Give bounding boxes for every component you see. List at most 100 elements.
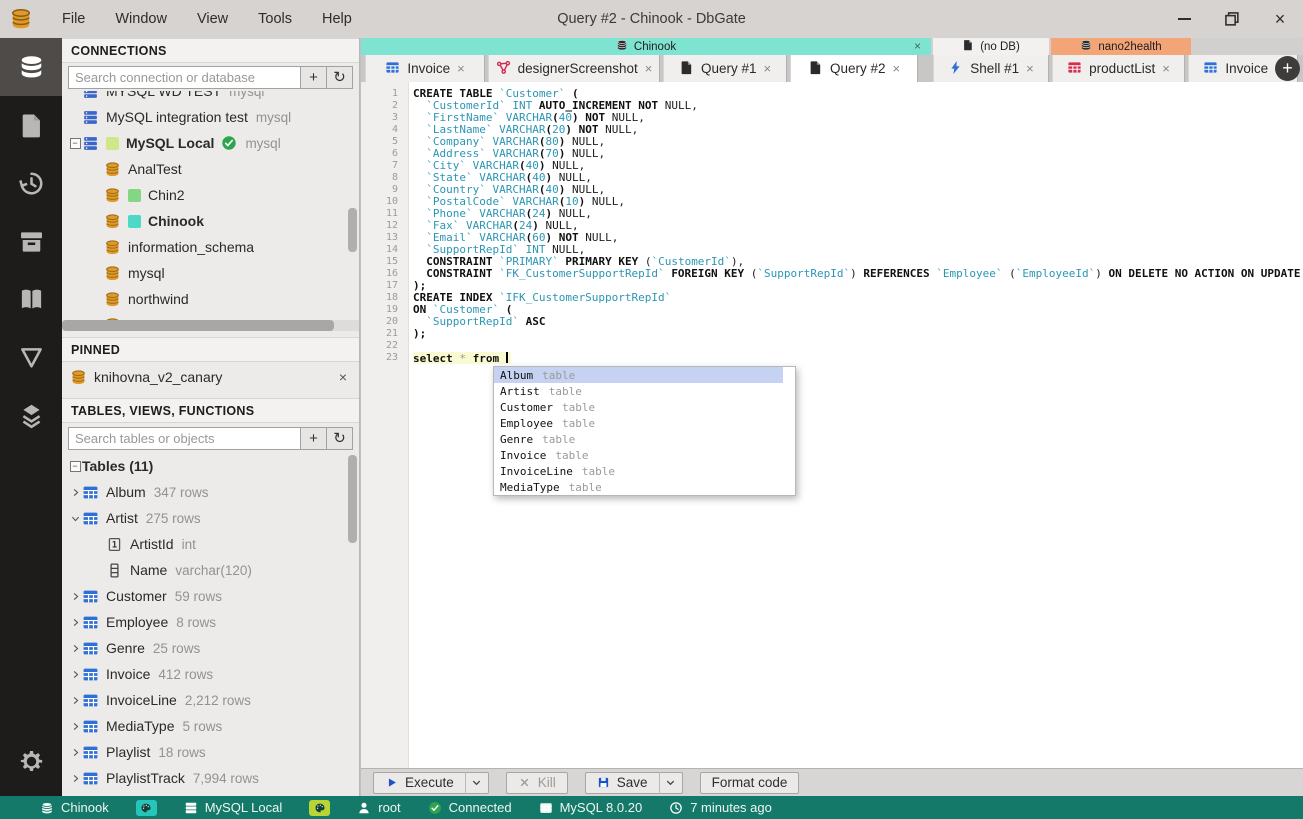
column-item[interactable]: 1 ArtistId int: [62, 531, 359, 557]
status-7-minutes-ago[interactable]: 7 minutes ago: [669, 800, 772, 815]
rail-item-history-icon[interactable]: [0, 154, 62, 212]
expander-icon[interactable]: [68, 513, 82, 524]
menu-view[interactable]: View: [182, 0, 243, 38]
expander-icon[interactable]: [68, 669, 82, 680]
rail-item-favorites-book-icon[interactable]: [0, 270, 62, 328]
kill-button[interactable]: Kill: [505, 771, 568, 794]
menu-help[interactable]: Help: [307, 0, 367, 38]
table-item[interactable]: Playlist 18 rows: [62, 739, 359, 765]
expander-icon[interactable]: [68, 643, 82, 654]
table-item[interactable]: Invoice 412 rows: [62, 661, 359, 687]
expander-icon[interactable]: [68, 747, 82, 758]
rail-item-archive-icon[interactable]: [0, 212, 62, 270]
refresh-connections-button[interactable]: ↻: [327, 65, 353, 89]
autocomplete-item[interactable]: MediaType table: [494, 479, 783, 495]
table-item[interactable]: Customer 59 rows: [62, 583, 359, 609]
autocomplete-item[interactable]: Invoice table: [494, 447, 783, 463]
close-tab-icon[interactable]: ×: [1162, 61, 1170, 76]
pinned-item[interactable]: knihovna_v2_canary ×: [62, 363, 359, 391]
minimize-button[interactable]: [1175, 10, 1193, 28]
close-tab-icon[interactable]: ×: [763, 61, 771, 76]
rail-item-files-icon[interactable]: [0, 96, 62, 154]
connections-search-input[interactable]: [68, 65, 301, 89]
autocomplete-item[interactable]: InvoiceLine table: [494, 463, 783, 479]
save-button[interactable]: Save: [584, 771, 659, 794]
expander-icon[interactable]: −: [68, 137, 82, 149]
autocomplete-item[interactable]: Album table: [494, 367, 783, 383]
close-button[interactable]: ×: [1271, 9, 1289, 29]
status-root[interactable]: root: [357, 800, 401, 815]
table-item[interactable]: Album 347 rows: [62, 479, 359, 505]
tab-query-2[interactable]: Query #2 ×: [790, 55, 918, 82]
expander-icon[interactable]: [68, 617, 82, 628]
status-mysql-local[interactable]: MySQL Local: [184, 800, 282, 815]
connection-item[interactable]: Chinook: [62, 208, 359, 234]
unpin-close-icon[interactable]: ×: [339, 369, 347, 385]
tables-group[interactable]: − Tables (11): [62, 453, 359, 479]
expander-icon[interactable]: [68, 591, 82, 602]
tab-invoice[interactable]: Invoice ×: [365, 55, 485, 82]
table-item[interactable]: MediaType 5 rows: [62, 713, 359, 739]
expander-icon[interactable]: [68, 721, 82, 732]
autocomplete-item[interactable]: Employee table: [494, 415, 783, 431]
autocomplete-item[interactable]: Artist table: [494, 383, 783, 399]
expander-icon[interactable]: [68, 695, 82, 706]
connection-item[interactable]: performance_schema: [62, 312, 359, 320]
tab-designerscreenshot[interactable]: designerScreenshot ×: [488, 55, 660, 82]
connection-item[interactable]: − MySQL Local mysql: [62, 130, 359, 156]
restore-button[interactable]: [1223, 10, 1241, 28]
status-mysql-8-0-20[interactable]: MySQL 8.0.20: [539, 800, 642, 815]
tab-group--no-db-[interactable]: (no DB): [933, 38, 1049, 55]
tab-shell-1[interactable]: Shell #1 ×: [933, 55, 1049, 82]
connection-item[interactable]: Chin2: [62, 182, 359, 208]
table-item[interactable]: Genre 25 rows: [62, 635, 359, 661]
connections-vertical-scrollbar[interactable]: [348, 208, 357, 252]
execute-dropdown-button[interactable]: [464, 771, 489, 794]
tab-query-1[interactable]: Query #1 ×: [663, 55, 787, 82]
autocomplete-item[interactable]: Genre table: [494, 431, 783, 447]
objects-vertical-scrollbar[interactable]: [348, 455, 357, 543]
expander-icon[interactable]: [68, 773, 82, 784]
expander-icon[interactable]: −: [68, 460, 82, 472]
table-item[interactable]: Artist 275 rows: [62, 505, 359, 531]
connection-item[interactable]: information_schema: [62, 234, 359, 260]
execute-button[interactable]: Execute: [373, 771, 465, 794]
connection-item[interactable]: northwind: [62, 286, 359, 312]
rail-item-funnel-icon[interactable]: [0, 328, 62, 386]
tab-group-nano2health[interactable]: nano2health: [1051, 38, 1191, 55]
refresh-objects-button[interactable]: ↻: [327, 426, 353, 450]
menu-file[interactable]: File: [47, 0, 100, 38]
status-connected[interactable]: Connected: [428, 800, 512, 815]
close-tab-icon[interactable]: ×: [1026, 61, 1034, 76]
table-item[interactable]: PlaylistTrack 7,994 rows: [62, 765, 359, 791]
expander-icon[interactable]: [68, 487, 82, 498]
rail-item-plugins-layers-icon[interactable]: [0, 386, 62, 444]
menu-tools[interactable]: Tools: [243, 0, 307, 38]
close-tab-icon[interactable]: ×: [457, 61, 465, 76]
status-chinook[interactable]: Chinook: [40, 800, 109, 815]
objects-search-input[interactable]: [68, 426, 301, 450]
connections-horizontal-scrollbar[interactable]: [62, 320, 359, 331]
add-object-button[interactable]: +: [301, 426, 327, 450]
tab-productlist[interactable]: productList ×: [1052, 55, 1185, 82]
status-color-chip[interactable]: [309, 799, 331, 816]
add-connection-button[interactable]: +: [301, 65, 327, 89]
connection-item[interactable]: mysql: [62, 260, 359, 286]
rail-item-connections-database-icon[interactable]: [0, 38, 62, 96]
autocomplete-item[interactable]: Customer table: [494, 399, 783, 415]
status-color-chip[interactable]: [135, 799, 157, 816]
close-tab-icon[interactable]: ×: [892, 61, 900, 76]
column-item[interactable]: Name varchar(120): [62, 557, 359, 583]
format-code-button[interactable]: Format code: [699, 771, 800, 794]
rail-item-settings-gear-icon[interactable]: [0, 732, 62, 790]
close-group-icon[interactable]: ×: [914, 39, 921, 53]
connection-item[interactable]: MYSQL WD TEST mysql: [62, 91, 359, 104]
menu-window[interactable]: Window: [100, 0, 182, 38]
table-item[interactable]: InvoiceLine 2,212 rows: [62, 687, 359, 713]
table-item[interactable]: Employee 8 rows: [62, 609, 359, 635]
tab-group-chinook[interactable]: Chinook ×: [361, 38, 931, 55]
new-tab-button[interactable]: +: [1275, 56, 1300, 81]
connection-item[interactable]: MySQL integration test mysql: [62, 104, 359, 130]
connection-item[interactable]: AnalTest: [62, 156, 359, 182]
close-tab-icon[interactable]: ×: [645, 61, 653, 76]
